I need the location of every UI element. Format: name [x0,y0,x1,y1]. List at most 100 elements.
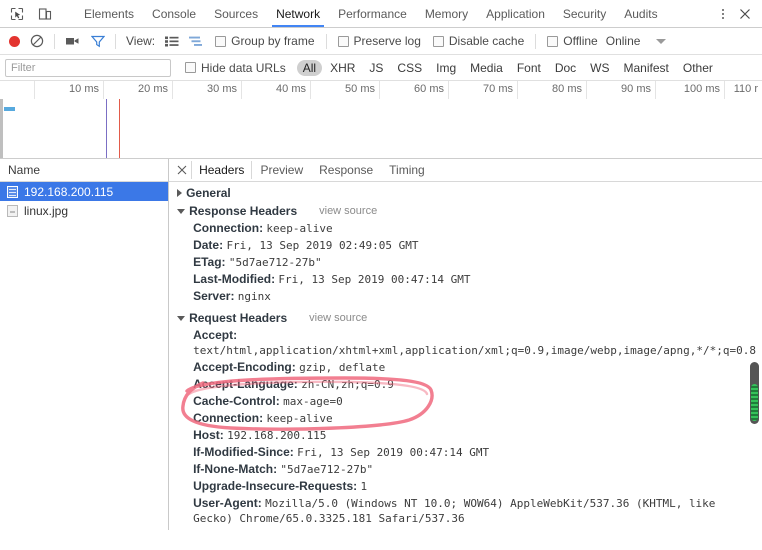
tab-headers[interactable]: Headers [191,161,253,179]
view-source-link[interactable]: view source [309,312,367,324]
tab-security[interactable]: Security [554,0,615,27]
overview-tick: 30 ms [207,83,237,95]
tab-performance[interactable]: Performance [329,0,416,27]
tab-label: Network [276,6,321,21]
throttling-select[interactable]: Online [604,34,647,48]
header-row: User-Agent: Mozilla/5.0 (Windows NT 10.0… [169,495,762,527]
header-name: Date: [193,238,224,252]
tab-label: Memory [424,6,469,21]
request-details-pane: Headers Preview Response Timing General … [169,159,762,530]
filter-type-font[interactable]: Font [511,60,547,76]
preserve-log-checkbox[interactable]: Preserve log [332,34,427,48]
table-row[interactable]: 192.168.200.115 [0,182,169,201]
filter-type-other[interactable]: Other [677,60,719,76]
header-value: Fri, 13 Sep 2019 00:47:14 GMT [297,446,490,459]
filter-type-xhr[interactable]: XHR [324,60,361,76]
tab-preview[interactable]: Preview [252,161,311,179]
network-toolbar: View: Group by frame Preserve log Disabl… [0,28,762,55]
view-source-link[interactable]: view source [319,205,377,217]
tabbar-right-controls [703,0,762,27]
overview-tick: 80 ms [552,83,582,95]
overview-left-handle[interactable] [0,99,3,158]
tab-response[interactable]: Response [311,161,381,179]
throttling-chevron[interactable] [646,28,671,54]
tab-elements[interactable]: Elements [75,0,143,27]
hide-data-urls-label: Hide data URLs [201,60,286,75]
tab-network[interactable]: Network [267,0,329,27]
group-by-frame-label: Group by frame [231,34,315,48]
header-name: Cache-Control: [193,394,280,408]
tab-application[interactable]: Application [477,0,554,27]
load-event-marker [119,99,120,158]
record-icon [9,35,20,47]
view-list-icon[interactable] [160,28,184,54]
header-row: Accept-Encoding: gzip, deflate [169,359,762,376]
clear-button[interactable] [25,28,49,54]
headers-content: General Response Headers view source Con… [169,182,762,530]
disable-cache-checkbox[interactable]: Disable cache [427,34,530,48]
header-value: keep-alive [266,222,333,235]
more-options-icon[interactable] [714,4,732,24]
network-filter-bar: Hide data URLs All XHR JS CSS Img Media … [0,55,762,81]
tab-label: Application [486,6,545,21]
close-icon[interactable] [734,3,756,25]
filter-type-img[interactable]: Img [430,60,462,76]
tab-timing[interactable]: Timing [381,161,433,179]
tab-console[interactable]: Console [143,0,205,27]
header-row: Accept: text/html,application/xhtml+xml,… [169,327,762,359]
header-value: nginx [237,290,271,303]
filter-type-ws[interactable]: WS [584,60,615,76]
overview-request-bar [4,107,15,111]
section-request-headers[interactable]: Request Headers view source [169,309,762,327]
section-general[interactable]: General [169,184,762,202]
tab-sources[interactable]: Sources [205,0,267,27]
header-value: 1 [360,480,368,493]
filter-type-js[interactable]: JS [363,60,389,76]
network-overview[interactable]: 10 ms 20 ms 30 ms 40 ms 50 ms 60 ms 70 m… [0,81,762,159]
header-name: Host: [193,428,224,442]
chevron-down-icon [656,38,667,44]
table-row[interactable]: linux.jpg [0,201,168,220]
tab-memory[interactable]: Memory [416,0,477,27]
header-name: Server: [193,289,235,303]
inspect-cursor-icon[interactable] [6,3,28,25]
device-toolbar-icon[interactable] [34,3,56,25]
capture-screenshots-button[interactable] [60,28,86,54]
overview-tick: 50 ms [345,83,375,95]
header-row: Last-Modified: Fri, 13 Sep 2019 00:47:14… [169,271,762,288]
requests-column-header[interactable]: Name [0,159,169,182]
filter-type-manifest[interactable]: Manifest [618,60,675,76]
record-button[interactable] [4,28,25,54]
header-name: Accept: [193,328,238,342]
filter-input[interactable] [5,58,171,77]
toolbar-divider-2 [115,33,116,49]
hide-data-urls-checkbox[interactable]: Hide data URLs [179,61,292,75]
image-file-icon [7,204,18,217]
filter-type-media[interactable]: Media [464,60,509,76]
column-header-name: Name [8,163,41,177]
filter-type-all[interactable]: All [296,59,323,76]
filter-toggle-button[interactable] [86,28,110,54]
devtools-tabs: Elements Console Sources Network Perform… [75,0,703,27]
header-value: zh-CN,zh;q=0.9 [301,378,394,391]
checkbox-box [432,35,444,47]
document-file-icon [7,185,18,198]
vertical-scrollbar[interactable] [750,362,759,424]
section-response-headers[interactable]: Response Headers view source [169,202,762,220]
header-row: Connection: keep-alive [169,220,762,237]
offline-checkbox[interactable]: Offline [541,34,603,48]
close-details-icon[interactable] [173,161,191,179]
filter-type-doc[interactable]: Doc [549,60,582,76]
header-row: Accept-Language: zh-CN,zh;q=0.9 [169,376,762,393]
view-waterfall-icon[interactable] [184,28,209,54]
header-row: Connection: keep-alive [169,410,762,427]
header-value: "5d7ae712-27b" [280,463,374,476]
group-by-frame-checkbox[interactable]: Group by frame [209,34,320,48]
devtools-left-icons [0,0,75,27]
header-value: Mozilla/5.0 (Windows NT 10.0; WOW64) App… [193,497,716,525]
tab-label: Elements [84,6,135,21]
filter-type-css[interactable]: CSS [391,60,428,76]
tab-label: Sources [214,6,259,21]
tab-audits[interactable]: Audits [615,0,666,27]
overview-tick: 10 ms [69,83,99,95]
